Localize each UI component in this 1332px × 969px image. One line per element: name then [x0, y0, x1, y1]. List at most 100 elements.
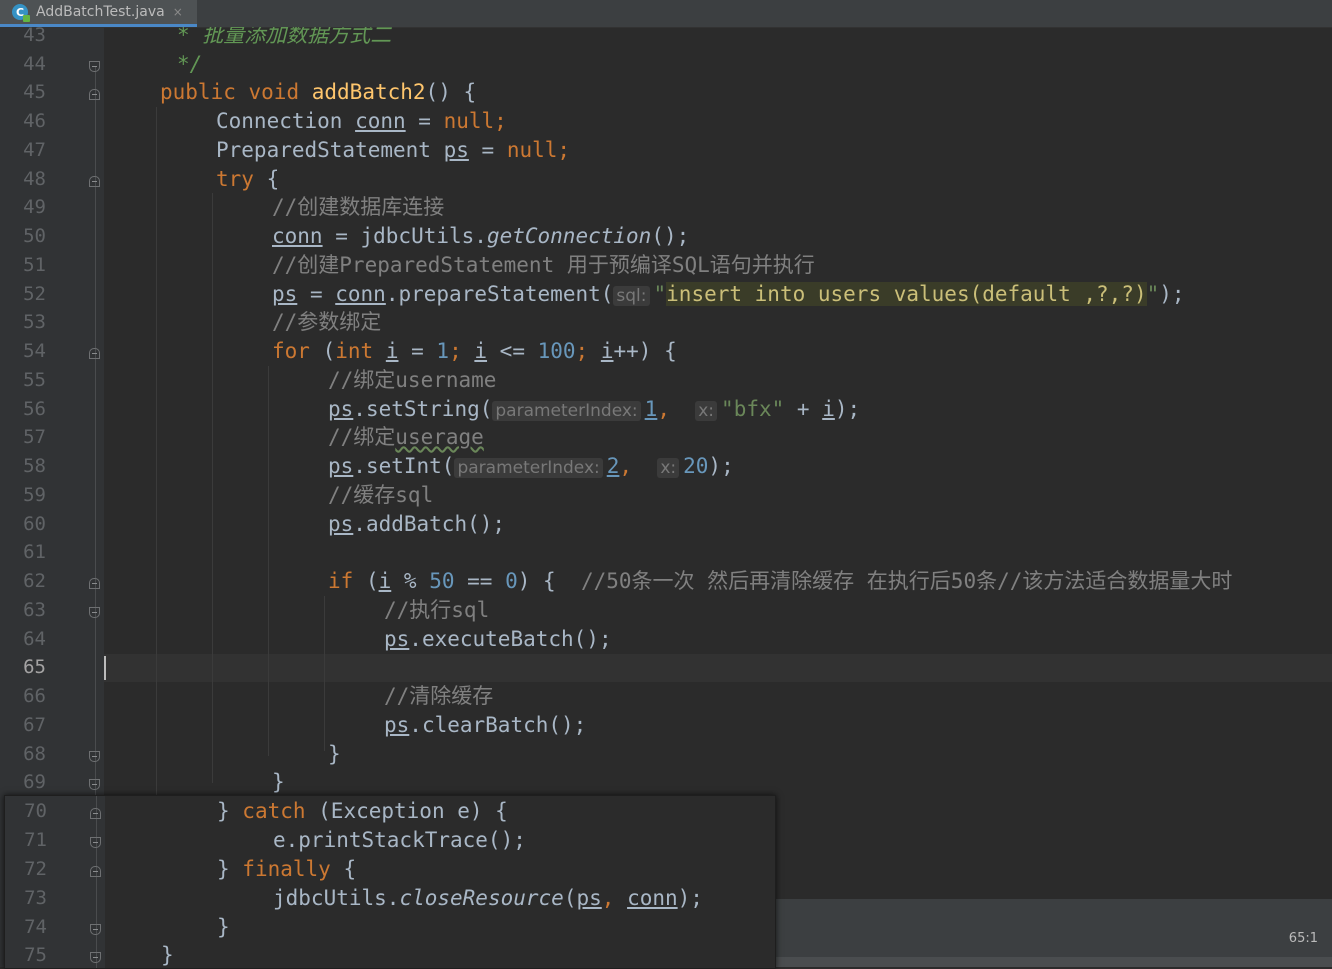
code-line-74: }: [217, 913, 230, 942]
line-number: 54: [23, 340, 46, 362]
keyword: null: [443, 109, 495, 133]
semicolon: ;: [494, 109, 507, 133]
closing-brace: }: [328, 742, 341, 766]
variable: ps: [328, 397, 354, 421]
code-preview-popup: 70 71 72 73 74 75 } catch (Exception e) …: [4, 795, 776, 969]
code-line-58: ps.setInt(parameterIndex: 2, x: 20);: [328, 452, 734, 483]
comma: ,: [657, 397, 696, 421]
comment: //创建PreparedStatement 用于预编译SQL语句并执行: [272, 253, 815, 277]
line-number: 53: [23, 311, 46, 333]
code-token: {: [253, 167, 280, 191]
fold-toggle-icon[interactable]: [89, 89, 100, 100]
line-number: 62: [23, 570, 46, 592]
fold-guide-line: [96, 796, 97, 968]
fold-toggle-icon[interactable]: [90, 866, 101, 877]
code-token: .setString(: [353, 397, 493, 421]
code-token: = jdbcUtils.: [322, 224, 487, 248]
line-number: 66: [23, 685, 46, 707]
code-token: e.printStackTrace();: [273, 828, 526, 852]
fold-end-icon[interactable]: [89, 751, 100, 762]
close-tab-icon[interactable]: ×: [173, 5, 183, 19]
caret-position[interactable]: 65:1: [1289, 931, 1318, 946]
line-number: 68: [23, 743, 46, 765]
fold-toggle-icon[interactable]: [89, 348, 100, 359]
variable: ps: [443, 138, 469, 162]
line-number-current: 65: [23, 656, 46, 678]
code-line-49: //创建数据库连接: [272, 193, 444, 222]
keyword: void: [248, 80, 300, 104]
static-method: getConnection: [486, 224, 652, 248]
code-line-72: } finally {: [217, 855, 356, 884]
parameter-hint: parameterIndex:: [492, 401, 641, 421]
fold-end-icon[interactable]: [89, 779, 100, 790]
comment: //参数绑定: [272, 310, 382, 334]
code-token: =: [297, 282, 336, 306]
code-line-46: Connection conn = null;: [216, 107, 507, 136]
javadoc-text: * 批量添加数据方式二: [177, 27, 392, 47]
status-bar-lower: [774, 957, 1332, 967]
fold-end-icon[interactable]: [90, 837, 101, 848]
code-token: {: [330, 857, 357, 881]
number: 50: [429, 569, 455, 593]
code-token: }: [217, 857, 243, 881]
line-number: 50: [23, 225, 46, 247]
code-token: );: [834, 397, 861, 421]
keyword: public: [160, 80, 236, 104]
line-number: 56: [23, 398, 46, 420]
code-token: jdbcUtils.: [273, 886, 400, 910]
code-line-56: ps.setString(parameterIndex: 1, x: "bfx" +…: [328, 395, 860, 426]
line-number: 59: [23, 484, 46, 506]
static-method: closeResource: [399, 886, 564, 910]
code-line-55: //绑定username: [328, 366, 496, 395]
code-line-62: if (i % 50 == 0) { //50条一次 然后再清除缓存 在执行后5…: [328, 567, 1232, 596]
parameter-hint: x:: [657, 458, 680, 478]
variable: ps: [576, 886, 602, 910]
comment: //清除缓存: [384, 684, 494, 708]
line-number: 72: [24, 858, 47, 880]
code-line-51: //创建PreparedStatement 用于预编译SQL语句并执行: [272, 251, 815, 280]
code-line-63: //执行sql: [384, 596, 489, 625]
code-line-67: ps.clearBatch();: [384, 711, 586, 740]
comment: //执行sql: [384, 598, 490, 622]
code-line-45: public void addBatch2() {: [160, 78, 476, 107]
line-number: 55: [23, 369, 46, 391]
parameter-hint: parameterIndex:: [454, 458, 603, 478]
popup-gutter: 70 71 72 73 74 75: [5, 796, 105, 968]
code-token: .executeBatch();: [409, 627, 612, 651]
line-number: 47: [23, 139, 46, 161]
variable: i: [600, 339, 614, 363]
fold-toggle-icon[interactable]: [89, 578, 100, 589]
current-line-highlight: [104, 654, 1332, 682]
line-number: 58: [23, 455, 46, 477]
fold-end-icon[interactable]: [90, 924, 101, 935]
code-token: =: [405, 109, 444, 133]
fold-toggle-icon[interactable]: [90, 808, 101, 819]
code-token: (: [563, 886, 577, 910]
variable: ps: [384, 713, 410, 737]
semicolon: ;: [575, 339, 601, 363]
tab-label: AddBatchTest.java: [36, 4, 165, 20]
indent-guide: [268, 366, 269, 756]
status-bar: 65:1: [774, 899, 1332, 957]
keyword: catch: [242, 799, 306, 823]
variable: i: [822, 397, 835, 421]
fold-end-icon[interactable]: [89, 607, 100, 618]
fold-toggle-icon[interactable]: [89, 176, 100, 187]
code-token: =: [398, 339, 437, 363]
variable: conn: [627, 886, 678, 910]
variable: ps: [272, 282, 298, 306]
fold-end-icon[interactable]: [89, 61, 100, 72]
code-token: <=: [487, 339, 538, 363]
variable: conn: [335, 282, 386, 306]
fold-end-icon[interactable]: [90, 952, 101, 963]
code-line-68: }: [328, 740, 341, 769]
line-number: 71: [24, 829, 47, 851]
code-line-75: }: [161, 941, 174, 968]
code-token: );: [1159, 282, 1185, 306]
code-line-64: ps.executeBatch();: [384, 625, 612, 654]
line-number: 52: [23, 283, 46, 305]
comment: //创建数据库连接: [272, 195, 445, 219]
comment-typo: userage: [395, 425, 484, 449]
code-line-70: } catch (Exception e) {: [217, 797, 508, 826]
